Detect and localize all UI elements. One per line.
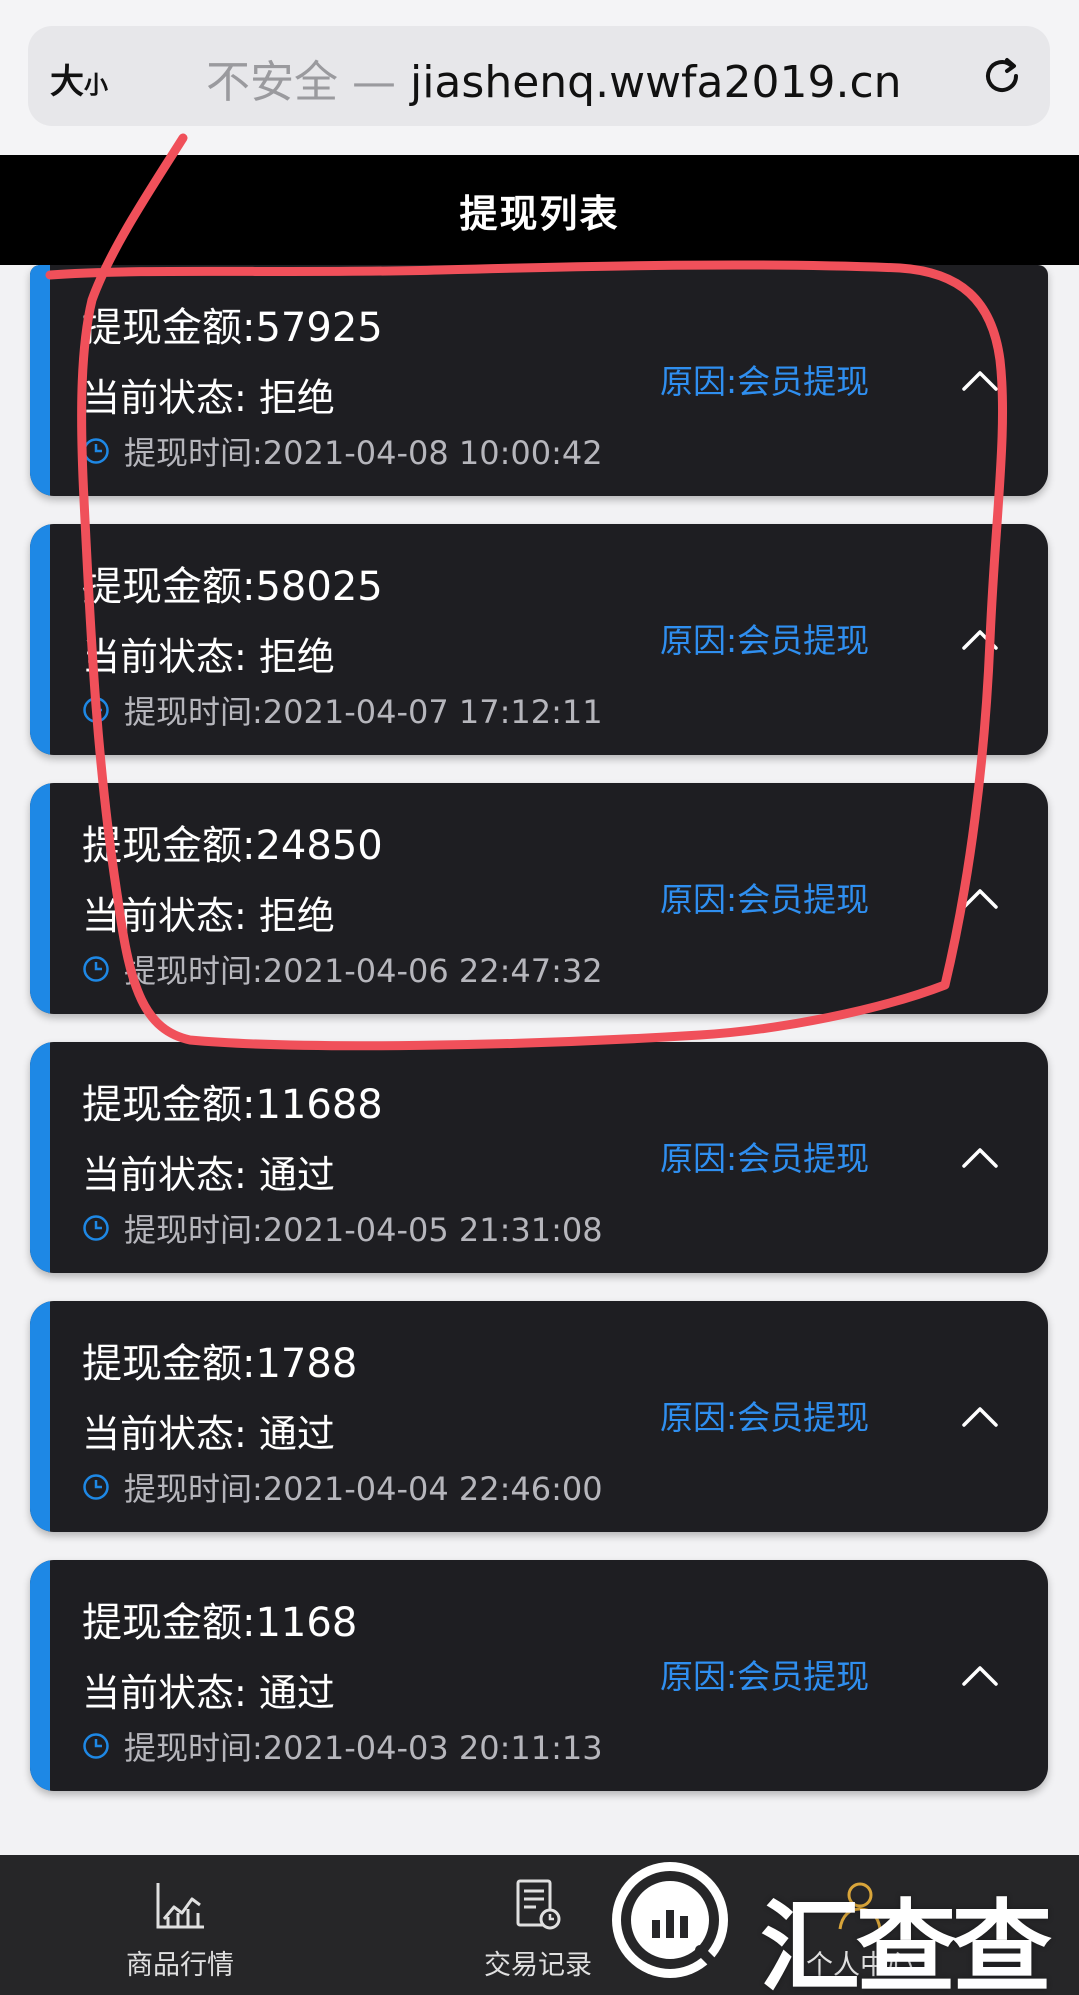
withdrawal-time-row: 提现时间:2021-04-04 22:46:00 — [82, 1464, 603, 1510]
page-title: 提现列表 — [459, 191, 620, 236]
watermark: 汇查查 — [612, 1862, 1052, 1995]
withdrawal-amount: 提现金额:1788 — [82, 1341, 358, 1387]
withdrawal-status: 当前状态: 拒绝 — [82, 894, 335, 938]
withdrawal-time-row: 提现时间:2021-04-03 20:11:13 — [82, 1723, 603, 1769]
chevron-up-icon[interactable] — [960, 624, 1000, 652]
text-size-big: 大 — [50, 62, 84, 102]
card-accent-bar — [30, 783, 50, 1014]
withdrawal-status: 当前状态: 通过 — [82, 1412, 335, 1456]
withdrawal-time-row: 提现时间:2021-04-05 21:31:08 — [82, 1205, 603, 1251]
withdrawal-amount: 提现金额:11688 — [82, 1082, 383, 1128]
clock-icon — [83, 697, 109, 723]
card-accent-bar — [30, 1301, 50, 1532]
withdrawal-time: 提现时间:2021-04-05 21:31:08 — [124, 1211, 603, 1249]
chevron-up-icon[interactable] — [960, 1660, 1000, 1688]
chevron-up-icon[interactable] — [960, 365, 1000, 393]
withdrawal-card[interactable]: 提现金额:11688 当前状态: 通过 提现时间:2021-04-05 21:3… — [30, 1042, 1048, 1273]
withdrawal-card[interactable]: 提现金额:57925 当前状态: 拒绝 提现时间:2021-04-08 10:0… — [30, 265, 1048, 496]
page: 大小 不安全 — jiashenq.wwfa2019.cn 提现列表 提现金额:… — [0, 0, 1079, 1995]
browser-bar: 大小 不安全 — jiashenq.wwfa2019.cn — [0, 0, 1079, 155]
chart-icon — [156, 1883, 204, 1929]
clock-icon — [83, 956, 109, 982]
clock-icon — [83, 1733, 109, 1759]
withdrawal-reason: 原因:会员提现 — [660, 880, 870, 919]
text-size-button[interactable]: 大小 — [50, 54, 108, 103]
withdrawal-status: 当前状态: 拒绝 — [82, 635, 335, 679]
withdrawal-amount: 提现金额:1168 — [82, 1600, 358, 1646]
withdrawal-time: 提现时间:2021-04-04 22:46:00 — [124, 1470, 603, 1508]
clock-icon — [83, 1474, 109, 1500]
nav-item-market[interactable]: 商品行情 — [80, 1877, 280, 1982]
withdrawal-card[interactable]: 提现金额:24850 当前状态: 拒绝 提现时间:2021-04-06 22:4… — [30, 783, 1048, 1014]
url-host: jiashenq.wwfa2019.cn — [409, 57, 902, 108]
text-size-small: 小 — [84, 71, 108, 99]
withdrawal-time: 提现时间:2021-04-07 17:12:11 — [124, 693, 603, 731]
nav-item-records[interactable]: 交易记录 — [438, 1877, 638, 1982]
watermark-logo — [612, 1862, 728, 1978]
withdrawal-status: 当前状态: 通过 — [82, 1671, 335, 1715]
watermark-text: 汇查查 — [760, 1889, 1052, 1995]
url-text[interactable]: 不安全 — jiashenq.wwfa2019.cn — [206, 46, 902, 110]
withdrawal-card[interactable]: 提现金额:1168 当前状态: 通过 提现时间:2021-04-03 20:11… — [30, 1560, 1048, 1791]
withdrawal-status: 当前状态: 拒绝 — [82, 376, 335, 420]
card-accent-bar — [30, 1560, 50, 1791]
nav-label-records: 交易记录 — [484, 1950, 592, 1981]
withdrawal-amount: 提现金额:57925 — [82, 305, 383, 351]
withdrawal-status: 当前状态: 通过 — [82, 1153, 335, 1197]
withdrawal-reason: 原因:会员提现 — [660, 1398, 870, 1437]
address-bar[interactable]: 大小 不安全 — jiashenq.wwfa2019.cn — [28, 26, 1050, 126]
withdrawal-reason: 原因:会员提现 — [660, 621, 870, 660]
card-accent-bar — [30, 1042, 50, 1273]
page-header: 提现列表 — [0, 155, 1079, 265]
reload-icon[interactable] — [976, 50, 1028, 102]
withdrawal-reason: 原因:会员提现 — [660, 1657, 870, 1696]
clock-icon — [83, 438, 109, 464]
withdrawal-time: 提现时间:2021-04-08 10:00:42 — [124, 434, 603, 472]
bottom-nav: 商品行情 交易记录 个人中心 汇查查 — [0, 1855, 1079, 1995]
receipt-icon — [516, 1879, 561, 1930]
card-accent-bar — [30, 265, 50, 496]
withdrawal-time-row: 提现时间:2021-04-07 17:12:11 — [82, 687, 603, 733]
withdrawal-card[interactable]: 提现金额:58025 当前状态: 拒绝 提现时间:2021-04-07 17:1… — [30, 524, 1048, 755]
nav-label-market: 商品行情 — [126, 1950, 234, 1981]
chevron-up-icon[interactable] — [960, 1401, 1000, 1429]
card-accent-bar — [30, 524, 50, 755]
withdrawal-time: 提现时间:2021-04-06 22:47:32 — [124, 952, 603, 990]
withdrawal-reason: 原因:会员提现 — [660, 1139, 870, 1178]
withdrawal-list: 提现金额:57925 当前状态: 拒绝 提现时间:2021-04-08 10:0… — [30, 265, 1048, 1819]
chevron-up-icon[interactable] — [960, 1142, 1000, 1170]
withdrawal-reason: 原因:会员提现 — [660, 362, 870, 401]
withdrawal-time-row: 提现时间:2021-04-08 10:00:42 — [82, 428, 603, 474]
clock-icon — [83, 1215, 109, 1241]
withdrawal-amount: 提现金额:58025 — [82, 564, 383, 610]
chevron-up-icon[interactable] — [960, 883, 1000, 911]
withdrawal-amount: 提现金额:24850 — [82, 823, 383, 869]
withdrawal-time-row: 提现时间:2021-04-06 22:47:32 — [82, 946, 603, 992]
withdrawal-time: 提现时间:2021-04-03 20:11:13 — [124, 1729, 603, 1767]
insecure-label: 不安全 — — [206, 57, 410, 108]
withdrawal-card[interactable]: 提现金额:1788 当前状态: 通过 提现时间:2021-04-04 22:46… — [30, 1301, 1048, 1532]
